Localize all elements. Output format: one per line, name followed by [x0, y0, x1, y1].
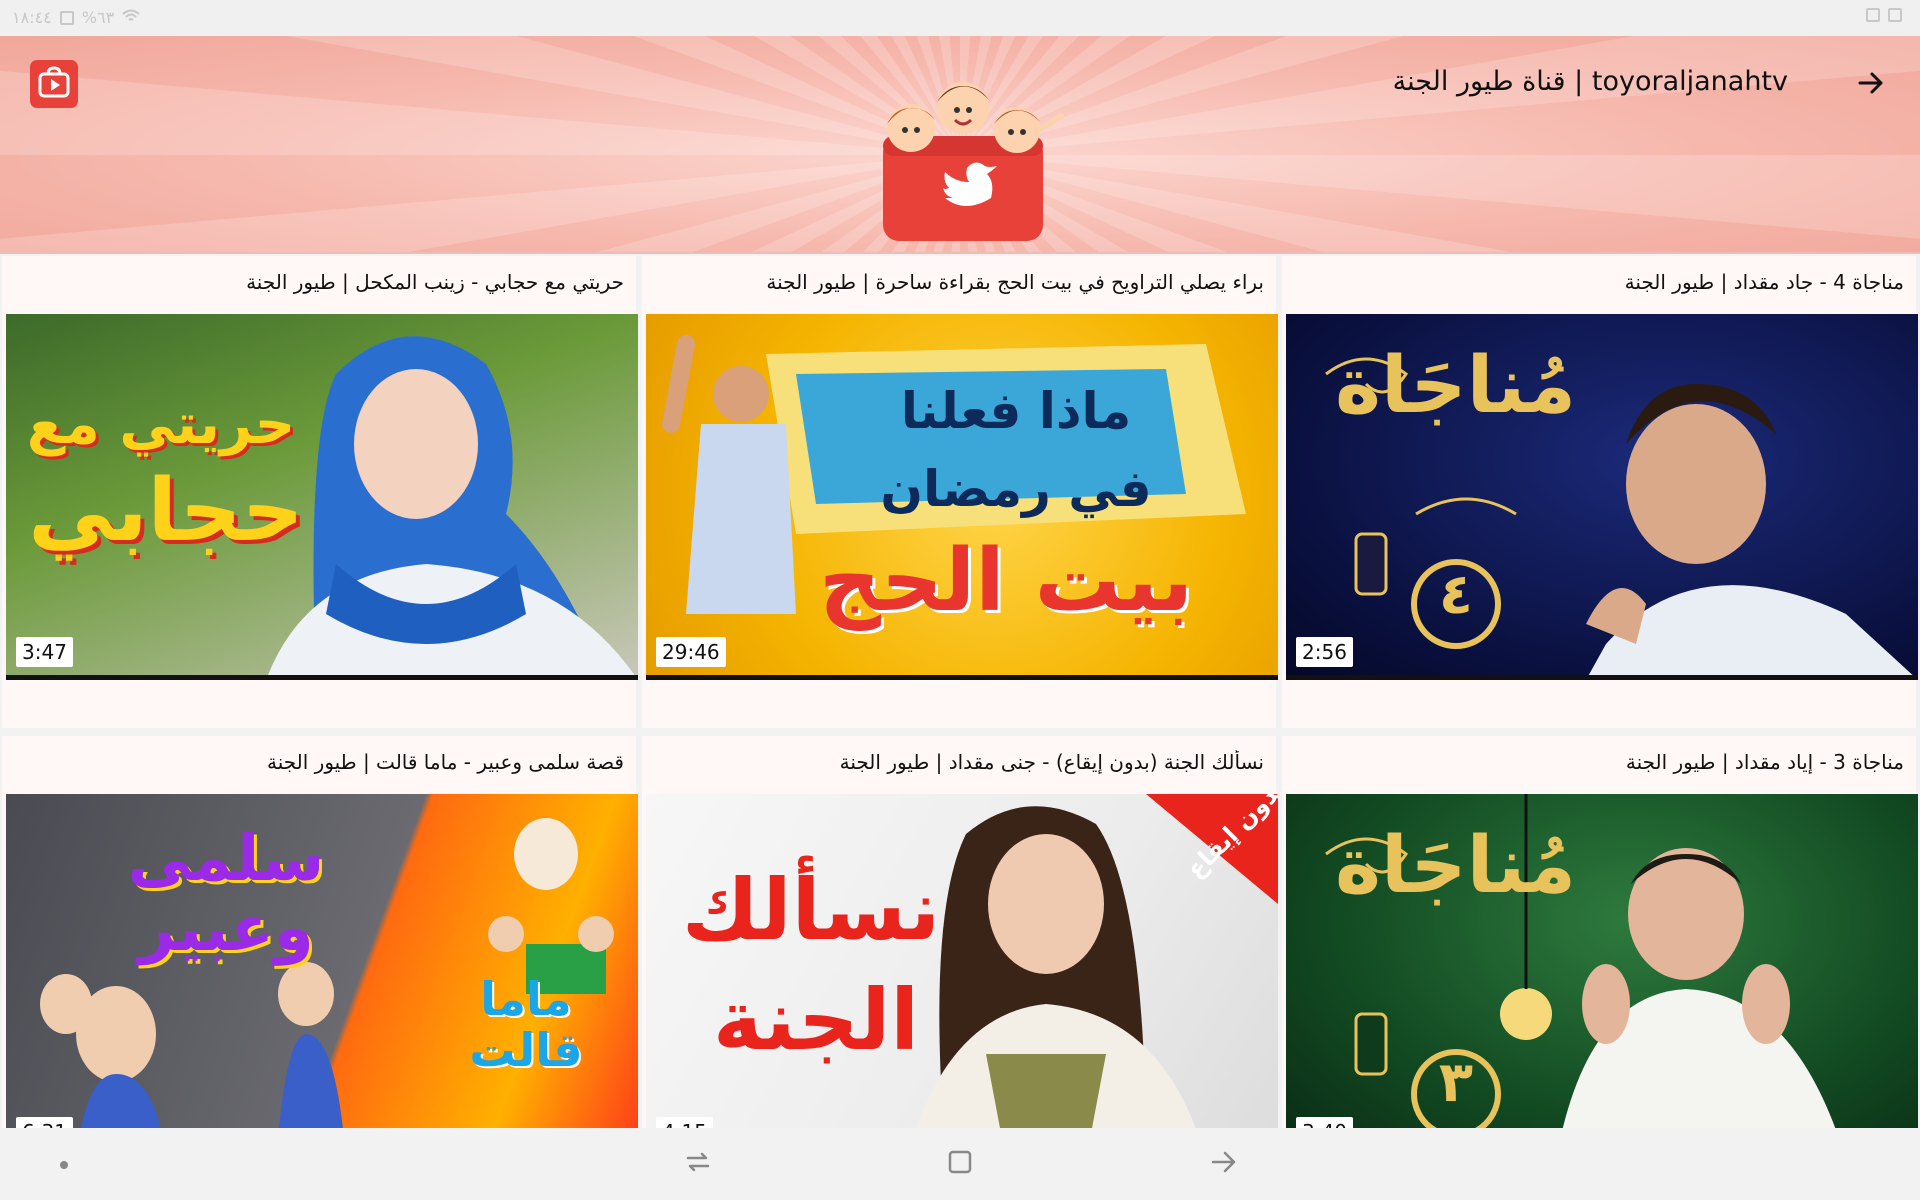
app-logo[interactable] [30, 60, 78, 108]
thumbnail-text: مُناجَاة [1335, 821, 1576, 911]
video-thumbnail[interactable]: حريتي مع حجابي 3:47 [6, 314, 638, 680]
nav-dot-button[interactable] [48, 1148, 80, 1180]
video-thumbnail[interactable]: سلمى وعبير ماما قالت 6:31 [6, 794, 638, 1128]
video-duration: 3:40 [1296, 1117, 1353, 1128]
video-duration: 6:31 [16, 1117, 73, 1128]
thumbnail-text-top: سلمى وعبير [127, 822, 325, 967]
clock: ١٨:٤٤ [12, 8, 52, 27]
video-card[interactable]: قصة سلمى وعبير - ماما قالت | طيور الجنة … [2, 736, 638, 1128]
thumbnail-number: ٤ [1438, 562, 1474, 627]
thumbnail-text-bottom: حجابي [28, 461, 304, 561]
channel-title: toyoraljanahtv | قناة طيور الجنة [1392, 66, 1788, 97]
arrow-right-icon [1210, 1148, 1238, 1180]
status-left: ١٨:٤٤ %٦٣ [12, 8, 140, 27]
video-duration: 3:47 [16, 637, 73, 667]
thumbnail-text-bottom: بيت الحج [818, 531, 1194, 631]
thumbnail-text-top: ماذا فعلنا [900, 382, 1132, 440]
notification-icon [1866, 8, 1880, 22]
video-card[interactable]: حريتي مع حجابي - زينب المكحل | طيور الجن… [2, 256, 638, 728]
home-button[interactable] [944, 1148, 976, 1180]
thumbnail-number: ٣ [1438, 1050, 1474, 1115]
arrow-right-icon [1857, 69, 1885, 101]
video-card[interactable]: براء يصلي التراويح في بيت الحج بقراءة سا… [642, 256, 1278, 728]
channel-header: toyoraljanahtv | قناة طيور الجنة [0, 36, 1920, 254]
video-card[interactable]: مناجاة 3 - إياد مقداد | طيور الجنة مُناج… [1282, 736, 1918, 1128]
back-button[interactable] [1852, 66, 1890, 104]
thumbnail-text-top: نسألك [681, 861, 941, 959]
video-thumbnail[interactable]: ماذا فعلنا في رمضان بيت الحج 29:46 [646, 314, 1278, 680]
video-thumbnail[interactable]: مُناجَاة ٤ 2:56 [1286, 314, 1918, 680]
video-thumbnail[interactable]: بدون إيقاع نسألك الجنة 4:15 [646, 794, 1278, 1128]
recent-apps-icon [684, 1148, 712, 1180]
status-right [1866, 8, 1902, 22]
back-nav-button[interactable] [1208, 1148, 1240, 1180]
play-bag-icon [37, 65, 71, 103]
wifi-icon [122, 8, 140, 27]
battery-level: %٦٣ [81, 8, 115, 27]
video-title: مناجاة 3 - إياد مقداد | طيور الجنة [1625, 750, 1904, 774]
thumbnail-text-top: حريتي مع [26, 392, 296, 457]
video-card[interactable]: نسألك الجنة (بدون إيقاع) - جنى مقداد | ط… [642, 736, 1278, 1128]
video-title: مناجاة 4 - جاد مقداد | طيور الجنة [1624, 270, 1904, 294]
video-title: حريتي مع حجابي - زينب المكحل | طيور الجن… [246, 270, 624, 294]
channel-logo [875, 58, 1075, 248]
video-thumbnail[interactable]: مُناجَاة ٣ 3:40 [1286, 794, 1918, 1128]
thumbnail-text-bottom: الجنة [712, 971, 920, 1069]
dot-icon [59, 1155, 69, 1174]
gallery-icon [1888, 8, 1902, 22]
video-grid: مناجاة 4 - جاد مقداد | طيور الجنة مُناجَ… [0, 256, 1920, 1128]
battery-icon [59, 10, 74, 25]
status-bar: ١٨:٤٤ %٦٣ [0, 0, 1920, 36]
thumbnail-text-mid: في رمضان [880, 460, 1152, 518]
navigation-bar [0, 1128, 1920, 1200]
video-duration: 29:46 [656, 637, 726, 667]
thumbnail-text: مُناجَاة [1335, 341, 1576, 431]
video-title: قصة سلمى وعبير - ماما قالت | طيور الجنة [266, 750, 624, 774]
recent-apps-button[interactable] [682, 1148, 714, 1180]
video-duration: 4:15 [656, 1117, 713, 1128]
video-title: نسألك الجنة (بدون إيقاع) - جنى مقداد | ط… [839, 750, 1264, 774]
video-duration: 2:56 [1296, 637, 1353, 667]
video-card[interactable]: مناجاة 4 - جاد مقداد | طيور الجنة مُناجَ… [1282, 256, 1918, 728]
video-title: براء يصلي التراويح في بيت الحج بقراءة سا… [766, 270, 1264, 294]
thumbnail-text-bottom: ماما قالت [469, 972, 583, 1077]
home-icon [946, 1148, 974, 1180]
